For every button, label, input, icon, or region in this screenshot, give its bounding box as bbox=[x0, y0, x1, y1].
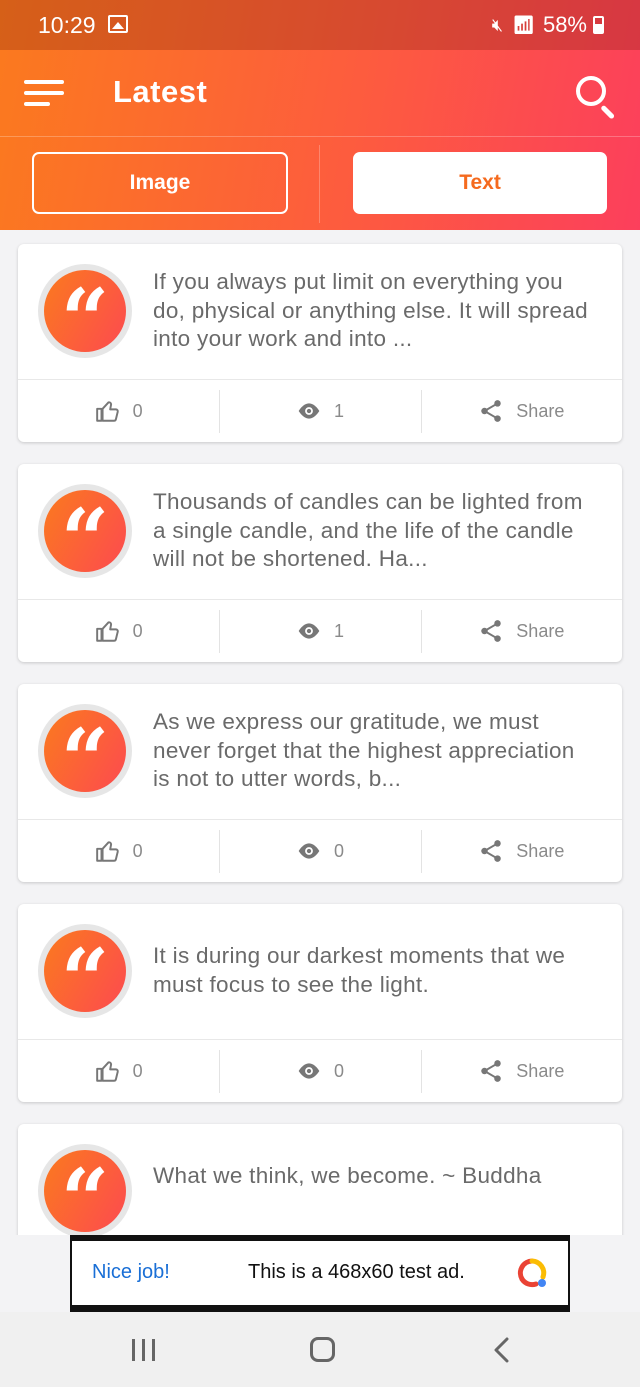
eye-icon bbox=[296, 618, 322, 644]
like-count: 0 bbox=[132, 620, 143, 641]
share-icon bbox=[478, 618, 504, 644]
ad-logo-icon[interactable] bbox=[516, 1257, 548, 1289]
share-button[interactable]: Share bbox=[420, 1040, 622, 1102]
like-button[interactable]: 0 bbox=[18, 1040, 219, 1102]
card-footer: 0 1 Share bbox=[18, 599, 622, 662]
share-icon bbox=[478, 838, 504, 864]
ad-title[interactable]: Nice job! bbox=[92, 1261, 170, 1284]
thumbs-up-icon bbox=[95, 618, 121, 644]
quote-icon: “ bbox=[38, 264, 132, 362]
quote-icon: “ bbox=[38, 1144, 132, 1235]
card-footer: 0 0 Share bbox=[18, 1039, 622, 1102]
quote-icon: “ bbox=[38, 484, 132, 582]
eye-icon bbox=[296, 838, 322, 864]
search-icon[interactable] bbox=[574, 74, 618, 120]
quote-card[interactable]: “ As we express our gratitude, we must n… bbox=[18, 684, 622, 882]
eye-icon bbox=[296, 1058, 322, 1084]
quote-text[interactable]: It is during our darkest moments that we… bbox=[153, 942, 598, 999]
battery-text: 58% bbox=[542, 12, 587, 37]
recent-apps-icon[interactable] bbox=[132, 1339, 156, 1361]
view-count: 1 bbox=[333, 400, 344, 421]
view-count: 1 bbox=[333, 620, 344, 641]
view-count: 0 bbox=[333, 840, 344, 861]
share-button[interactable]: Share bbox=[420, 600, 622, 662]
ad-banner[interactable]: Nice job! This is a 468x60 test ad. bbox=[70, 1235, 570, 1312]
thumbs-up-icon bbox=[95, 1058, 121, 1084]
tab-text[interactable]: Text bbox=[353, 152, 607, 214]
card-footer: 0 0 Share bbox=[18, 819, 622, 882]
quote-card[interactable]: “ If you always put limit on everything … bbox=[18, 244, 622, 442]
share-icon bbox=[478, 1058, 504, 1084]
page-title: Latest bbox=[113, 74, 208, 109]
app-bar: Latest bbox=[0, 50, 640, 136]
ad-content[interactable]: Nice job! This is a 468x60 test ad. bbox=[72, 1241, 568, 1305]
divider bbox=[319, 145, 320, 223]
quote-card[interactable]: “ What we think, we become. ~ Buddha bbox=[18, 1124, 622, 1235]
ad-margin bbox=[0, 1235, 70, 1312]
menu-icon[interactable] bbox=[24, 80, 64, 108]
share-icon bbox=[478, 398, 504, 424]
eye-icon bbox=[296, 398, 322, 424]
like-button[interactable]: 0 bbox=[18, 380, 219, 442]
tab-image[interactable]: Image bbox=[32, 152, 288, 214]
quote-icon: “ bbox=[38, 704, 132, 802]
divider bbox=[0, 136, 640, 137]
share-label: Share bbox=[516, 1060, 565, 1081]
signal-icon: 🔇︎ 📶︎ bbox=[491, 14, 537, 35]
quote-text[interactable]: If you always put limit on everything yo… bbox=[153, 268, 598, 354]
status-bar: 10:29 🔇︎ 📶︎ 58% bbox=[0, 0, 640, 50]
like-button[interactable]: 0 bbox=[18, 600, 219, 662]
status-icons: 🔇︎ 📶︎ 58% bbox=[492, 12, 604, 38]
thumbs-up-icon bbox=[95, 838, 121, 864]
gallery-icon bbox=[108, 15, 128, 33]
view-count: 0 bbox=[333, 1060, 344, 1081]
quote-text[interactable]: As we express our gratitude, we must nev… bbox=[153, 708, 598, 794]
quote-list[interactable]: “ If you always put limit on everything … bbox=[0, 230, 640, 1235]
like-count: 0 bbox=[132, 1060, 143, 1081]
quote-card[interactable]: “ It is during our darkest moments that … bbox=[18, 904, 622, 1102]
quote-text[interactable]: Thousands of candles can be lighted from… bbox=[153, 488, 598, 574]
like-count: 0 bbox=[132, 840, 143, 861]
system-nav-bar bbox=[0, 1312, 640, 1387]
like-button[interactable]: 0 bbox=[18, 820, 219, 882]
quote-text[interactable]: What we think, we become. ~ Buddha bbox=[153, 1162, 598, 1191]
battery-icon bbox=[593, 16, 604, 34]
header: 10:29 🔇︎ 📶︎ 58% Latest Image Text bbox=[0, 0, 640, 230]
share-button[interactable]: Share bbox=[420, 820, 622, 882]
screen: 10:29 🔇︎ 📶︎ 58% Latest Image Text “ If y… bbox=[0, 0, 640, 1387]
share-label: Share bbox=[516, 400, 565, 421]
share-button[interactable]: Share bbox=[420, 380, 622, 442]
like-count: 0 bbox=[132, 400, 143, 421]
views: 1 bbox=[219, 380, 420, 442]
ad-text[interactable]: This is a 468x60 test ad. bbox=[248, 1261, 465, 1284]
views: 0 bbox=[219, 820, 420, 882]
share-label: Share bbox=[516, 840, 565, 861]
card-footer: 0 1 Share bbox=[18, 379, 622, 442]
views: 1 bbox=[219, 600, 420, 662]
home-icon[interactable] bbox=[310, 1337, 335, 1362]
quote-card[interactable]: “ Thousands of candles can be lighted fr… bbox=[18, 464, 622, 662]
back-icon[interactable] bbox=[490, 1336, 514, 1364]
share-label: Share bbox=[516, 620, 565, 641]
quote-icon: “ bbox=[38, 924, 132, 1022]
status-time: 10:29 bbox=[38, 12, 96, 38]
views: 0 bbox=[219, 1040, 420, 1102]
thumbs-up-icon bbox=[95, 398, 121, 424]
